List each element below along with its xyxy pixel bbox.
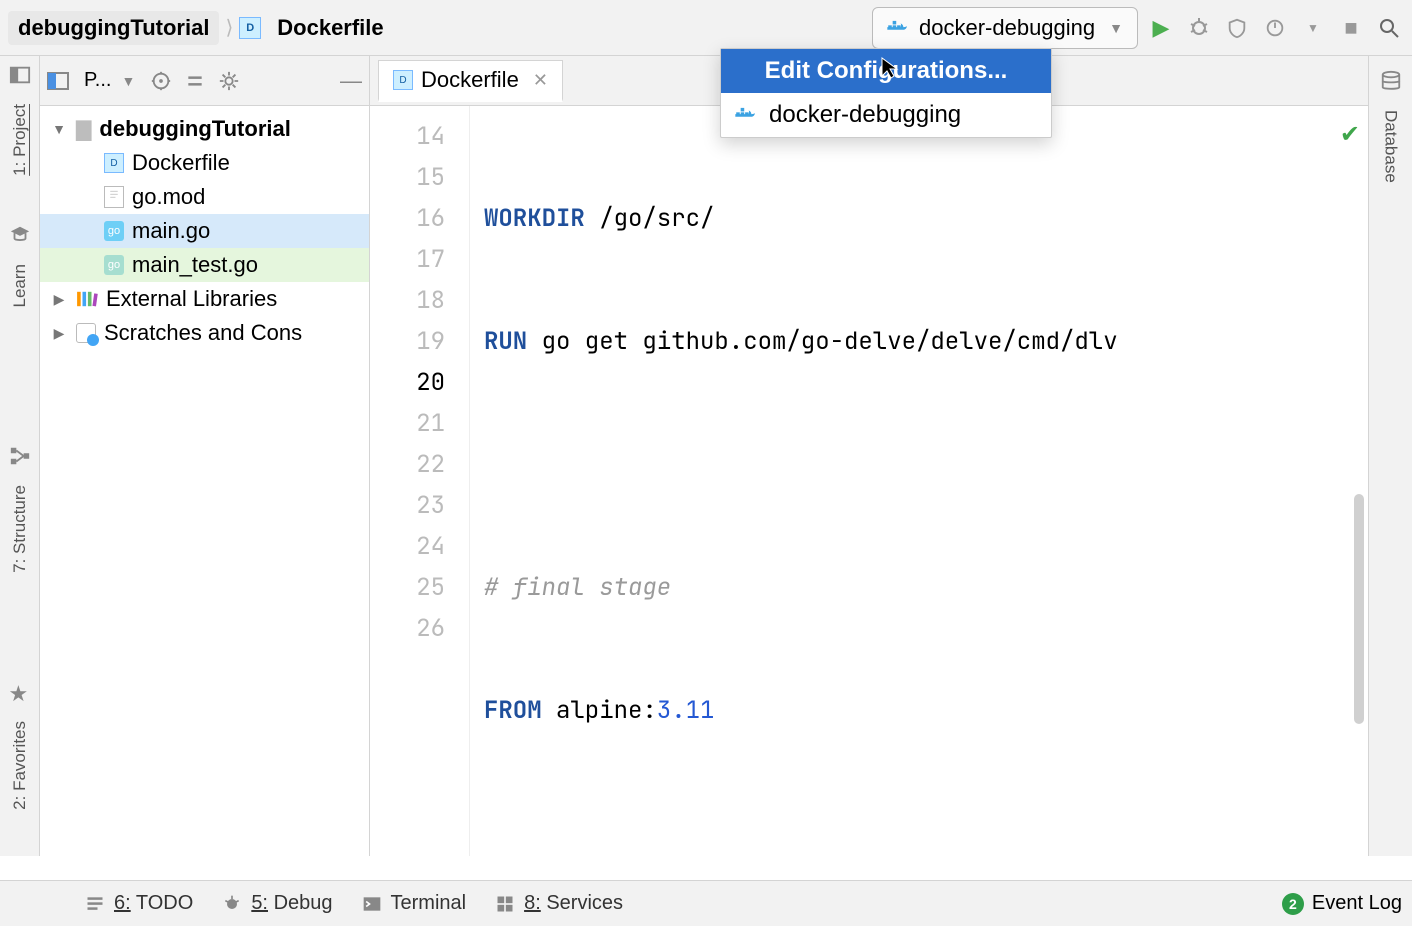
project-panel: P...▼ — ▼ ▇ debuggingTutorial D Docker (40, 56, 370, 856)
hide-panel-icon[interactable]: — (339, 69, 363, 93)
debug-button[interactable] (1184, 13, 1214, 43)
run-config-item-label: docker-debugging (769, 101, 961, 129)
close-tab-icon[interactable]: ✕ (533, 70, 548, 91)
run-config-label: docker-debugging (919, 15, 1095, 41)
search-everywhere-button[interactable] (1374, 13, 1404, 43)
tree-root-label: debuggingTutorial (99, 116, 290, 142)
left-tool-rail: 1: Project Learn 7: Structure ★ 2: Favor… (0, 56, 40, 856)
structure-tool-icon[interactable] (9, 445, 31, 467)
tree-scratches[interactable]: ▶ Scratches and Cons (40, 316, 369, 350)
event-log-button[interactable]: 2 Event Log (1282, 892, 1402, 915)
expand-all-icon[interactable] (183, 69, 207, 93)
bug-icon (221, 893, 243, 915)
project-view-icon[interactable] (46, 69, 70, 93)
tree-file-maintest[interactable]: go main_test.go (40, 248, 369, 282)
tree-file-maingo[interactable]: go main.go (40, 214, 369, 248)
breadcrumb-separator-icon: ⟩ (225, 15, 233, 40)
todo-tool-button[interactable]: 6: TODO (84, 892, 193, 915)
go-file-icon: go (104, 221, 124, 241)
tree-root[interactable]: ▼ ▇ debuggingTutorial (40, 112, 369, 146)
favorites-tool-tab[interactable]: 2: Favorites (10, 721, 30, 810)
folder-icon: ▇ (76, 117, 91, 142)
expander-icon[interactable]: ▼ (50, 121, 68, 137)
breadcrumb-file[interactable]: Dockerfile (267, 11, 393, 45)
project-tree: ▼ ▇ debuggingTutorial D Dockerfile go.mo… (40, 106, 369, 356)
breadcrumb: debuggingTutorial ⟩ D Dockerfile (8, 11, 394, 45)
breadcrumb-project[interactable]: debuggingTutorial (8, 11, 219, 45)
dockerfile-icon: D (239, 17, 261, 39)
project-panel-header: P...▼ — (40, 56, 369, 106)
run-button[interactable]: ▶ (1146, 13, 1176, 43)
learn-tool-tab[interactable]: Learn (10, 264, 30, 307)
todo-icon (84, 893, 106, 915)
tab-label: Dockerfile (421, 67, 519, 93)
top-toolbar: debuggingTutorial ⟩ D Dockerfile docker-… (0, 0, 1412, 56)
libraries-icon (76, 290, 98, 308)
docker-icon (887, 20, 909, 36)
run-configuration-selector[interactable]: docker-debugging ▼ (872, 7, 1138, 49)
more-run-icon[interactable]: ▼ (1298, 13, 1328, 43)
line-gutter: 14 15 16 17 18 19 20 21 22 23 24 25 26 (370, 106, 470, 856)
profile-button[interactable] (1260, 13, 1290, 43)
select-opened-file-icon[interactable] (149, 69, 173, 93)
dockerfile-icon: D (393, 70, 413, 90)
tree-file-gomod[interactable]: go.mod (40, 180, 369, 214)
favorites-tool-icon[interactable]: ★ (9, 681, 31, 703)
event-count-badge: 2 (1282, 893, 1304, 915)
editor-area: D Dockerfile ✕ 14 15 16 17 18 19 20 21 2… (370, 56, 1368, 856)
go-test-file-icon: go (104, 255, 124, 275)
code-editor[interactable]: 14 15 16 17 18 19 20 21 22 23 24 25 26 W… (370, 106, 1368, 856)
docker-icon (735, 107, 757, 123)
tree-external-libraries[interactable]: ▶ External Libraries (40, 282, 369, 316)
stop-button[interactable]: ■ (1336, 13, 1366, 43)
services-icon (494, 893, 516, 915)
scratches-icon (76, 323, 96, 343)
text-file-icon (104, 186, 124, 208)
coverage-button[interactable] (1222, 13, 1252, 43)
run-toolbar: docker-debugging ▼ ▶ ▼ ■ (872, 7, 1404, 49)
code-content[interactable]: WORKDIR /go/src/ RUN go get github.com/g… (470, 106, 1368, 856)
tab-dockerfile[interactable]: D Dockerfile ✕ (378, 60, 563, 102)
settings-icon[interactable] (217, 69, 241, 93)
bottom-toolbar: 6: TODO 5: Debug Terminal 8: Services 2 … (0, 880, 1412, 926)
expander-icon[interactable]: ▶ (50, 291, 68, 308)
dockerfile-icon: D (104, 153, 124, 173)
chevron-down-icon: ▼ (1109, 20, 1123, 36)
terminal-tool-button[interactable]: Terminal (361, 892, 467, 915)
right-tool-rail: Database (1368, 56, 1412, 856)
run-config-item[interactable]: docker-debugging (721, 93, 1051, 137)
structure-tool-tab[interactable]: 7: Structure (10, 485, 30, 573)
project-panel-title[interactable]: P...▼ (80, 67, 139, 94)
learn-tool-icon[interactable] (9, 224, 31, 246)
vertical-scrollbar[interactable] (1354, 494, 1364, 724)
services-tool-button[interactable]: 8: Services (494, 892, 623, 915)
database-tool-tab[interactable]: Database (1381, 110, 1401, 183)
project-tool-icon[interactable] (9, 64, 31, 86)
mouse-cursor-icon (880, 56, 900, 80)
status-ok-icon: ✔ (1340, 120, 1360, 149)
debug-tool-button[interactable]: 5: Debug (221, 892, 332, 915)
project-tool-tab[interactable]: 1: Project (10, 104, 30, 176)
database-tool-icon[interactable] (1380, 70, 1402, 92)
expander-icon[interactable]: ▶ (50, 325, 68, 342)
terminal-icon (361, 893, 383, 915)
tree-file-dockerfile[interactable]: D Dockerfile (40, 146, 369, 180)
